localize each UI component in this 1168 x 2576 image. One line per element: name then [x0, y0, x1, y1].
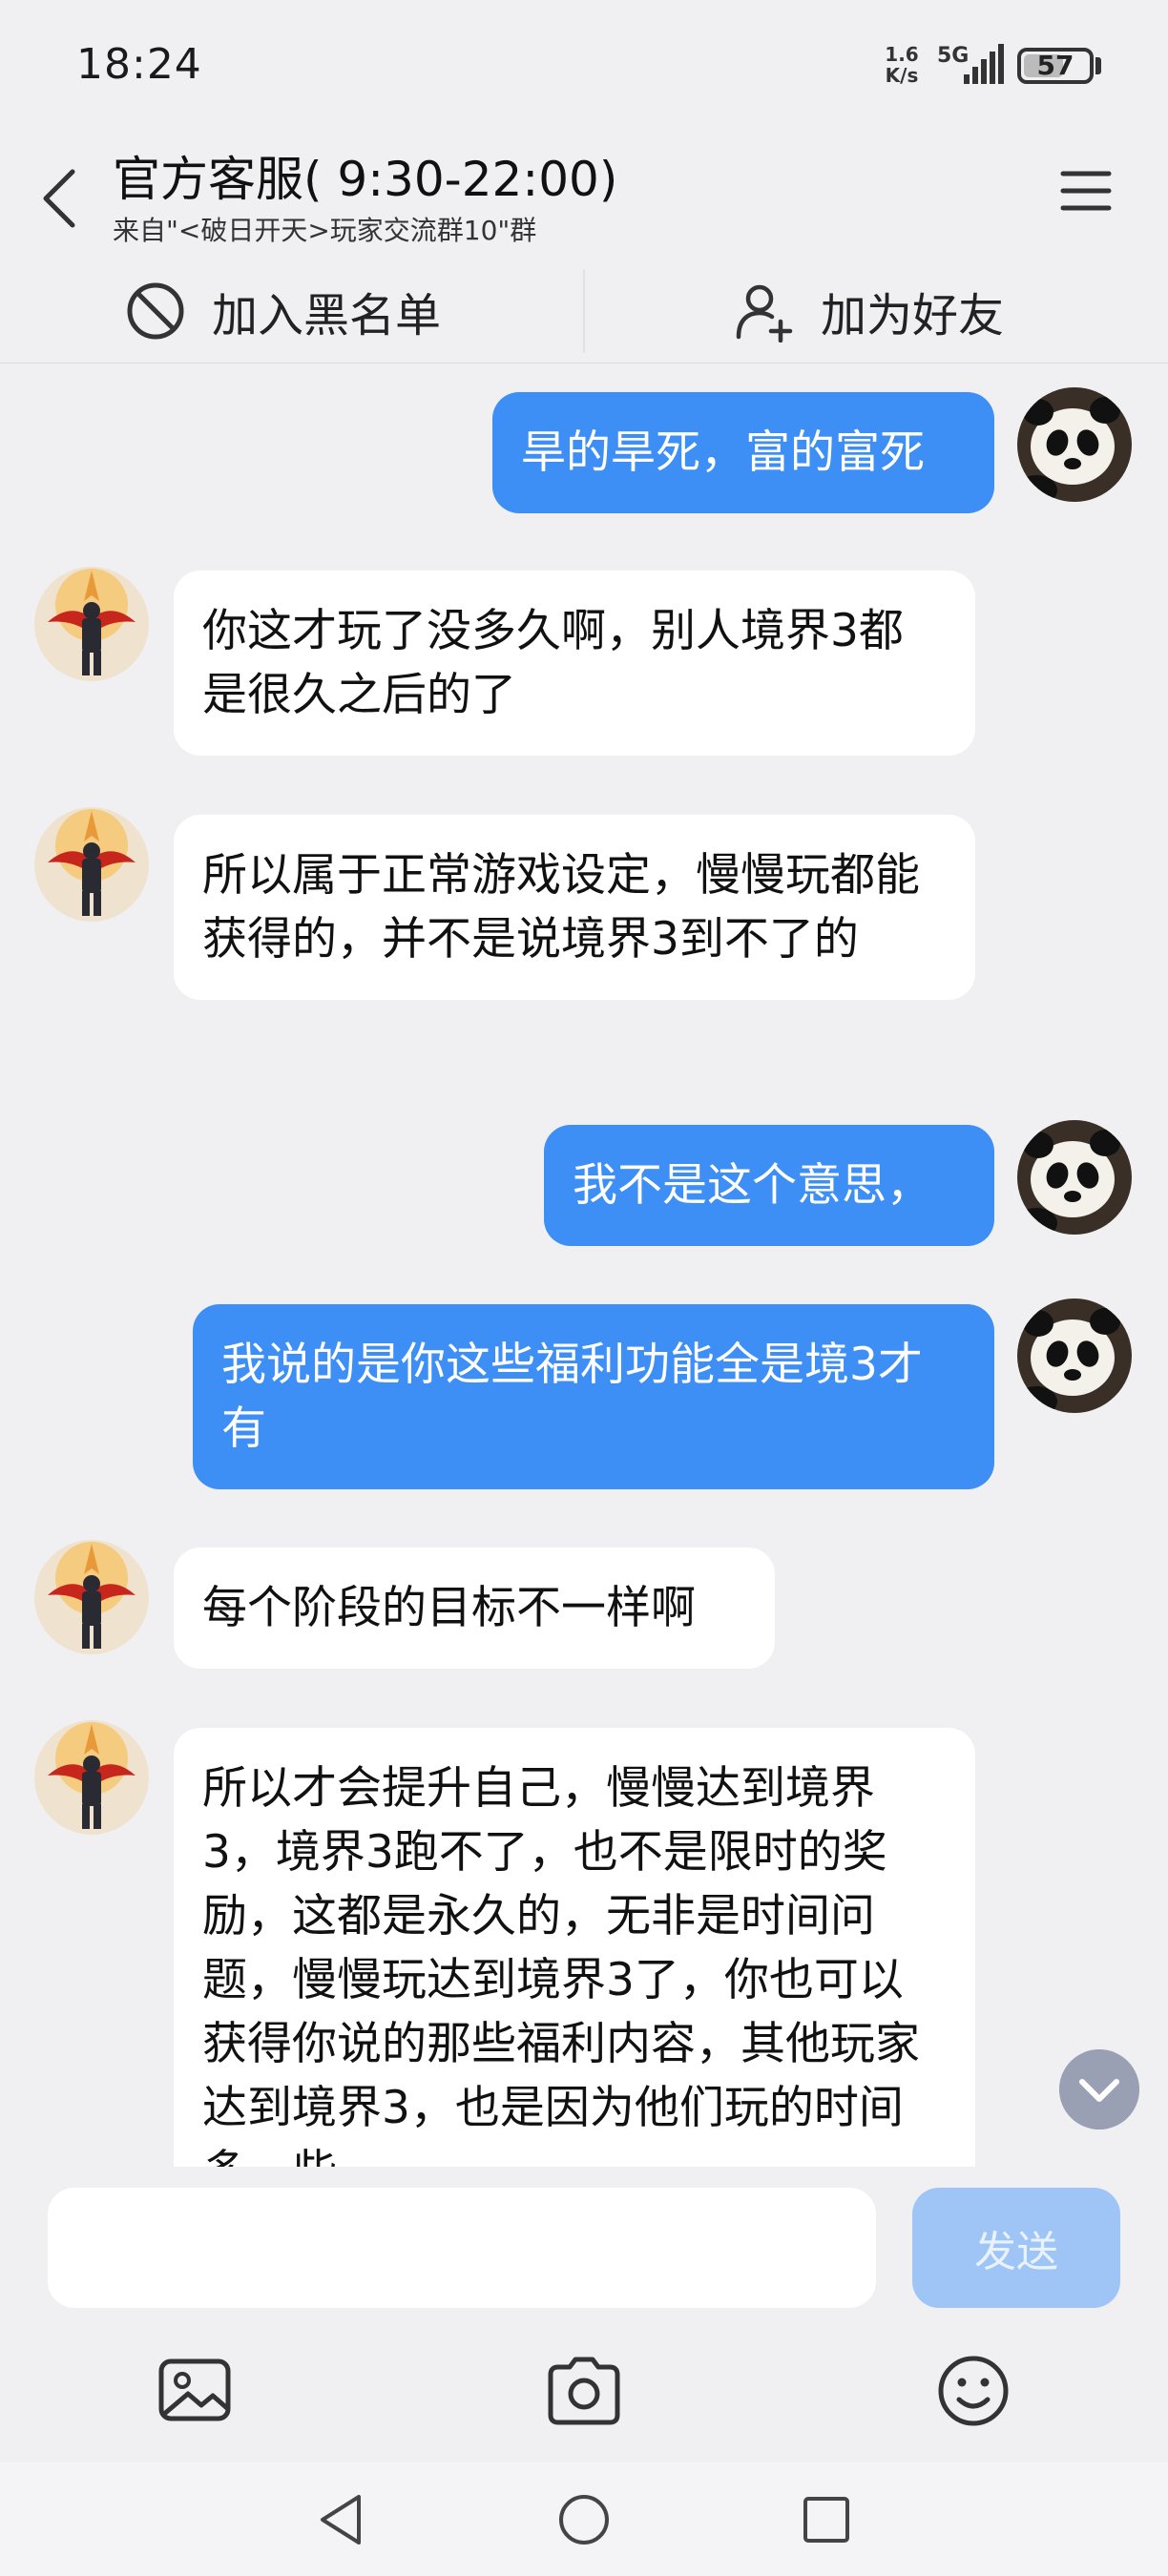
panda-avatar-icon[interactable]: [1017, 1298, 1132, 1413]
status-time: 18:24: [76, 40, 202, 89]
chat-title: 官方客服( 9:30-22:00): [113, 152, 618, 207]
chat-message-incoming[interactable]: 你这才玩了没多久啊，别人境界3都是很久之后的了: [174, 571, 975, 756]
message-input[interactable]: [48, 2188, 876, 2308]
composer-toolbar: [0, 2319, 1168, 2462]
contact-action-bar: 加入黑名单 加为好友: [0, 260, 1168, 364]
battery-tip: [1095, 57, 1101, 74]
network-speed-unit: K/s: [885, 64, 919, 87]
block-icon: [127, 282, 184, 340]
chat-header: 官方客服( 9:30-22:00) 来自"<破日开天>玩家交流群10"群: [0, 134, 1168, 258]
panda-avatar-icon[interactable]: [1017, 387, 1132, 502]
panda-avatar-icon[interactable]: [1017, 1120, 1132, 1235]
chat-message-incoming[interactable]: 所以才会提升自己，慢慢达到境界3，境界3跑不了，也不是限时的奖励，这都是永久的，…: [174, 1728, 975, 2167]
chat-message-incoming[interactable]: 所以属于正常游戏设定，慢慢玩都能获得的，并不是说境界3到不了的: [174, 815, 975, 1000]
support-agent-avatar-icon[interactable]: [34, 807, 149, 922]
status-bar: 18:24 1.6 K/s 5G 57: [0, 0, 1168, 134]
add-to-blacklist-label: 加入黑名单: [212, 289, 442, 343]
menu-icon[interactable]: [1057, 162, 1115, 219]
signal-icon: [964, 44, 1004, 84]
emoji-icon[interactable]: [921, 2338, 1026, 2443]
add-to-blacklist-button[interactable]: 加入黑名单: [124, 260, 441, 363]
message-list[interactable]: 旱的旱死，富的富死 你这才玩了没多久啊，别人境界3都是很久之后的了 所以属于正常…: [0, 364, 1168, 2167]
scroll-down-icon[interactable]: [1059, 2049, 1139, 2129]
battery-level: 57: [1036, 50, 1074, 81]
support-agent-avatar-icon[interactable]: [34, 1720, 149, 1835]
support-agent-avatar-icon[interactable]: [34, 567, 149, 681]
image-icon[interactable]: [142, 2338, 247, 2443]
support-agent-avatar-icon[interactable]: [34, 1540, 149, 1654]
network-speed: 1.6 K/s: [880, 44, 924, 86]
action-divider: [583, 269, 585, 353]
add-friend-label: 加为好友: [821, 289, 1005, 343]
send-button[interactable]: 发送: [912, 2188, 1120, 2308]
add-user-icon: [736, 284, 793, 343]
nav-home-icon[interactable]: [546, 2482, 622, 2558]
composer: 发送: [0, 2167, 1168, 2319]
chat-subtitle: 来自"<破日开天>玩家交流群10"群: [113, 215, 537, 246]
nav-recents-icon[interactable]: [788, 2482, 865, 2558]
network-speed-value: 1.6: [885, 43, 919, 66]
system-nav-bar: [0, 2462, 1168, 2576]
battery-icon: 57: [1017, 48, 1094, 84]
back-arrow-icon[interactable]: [34, 160, 92, 237]
chat-message-outgoing[interactable]: 旱的旱死，富的富死: [492, 392, 994, 513]
chat-message-incoming[interactable]: 每个阶段的目标不一样啊: [174, 1548, 775, 1669]
chat-message-outgoing[interactable]: 我不是这个意思，: [544, 1125, 994, 1246]
add-friend-button[interactable]: 加为好友: [733, 260, 1004, 363]
nav-back-icon[interactable]: [303, 2482, 380, 2558]
camera-icon[interactable]: [532, 2338, 636, 2443]
chat-message-outgoing[interactable]: 我说的是你这些福利功能全是境3才有: [193, 1304, 994, 1489]
